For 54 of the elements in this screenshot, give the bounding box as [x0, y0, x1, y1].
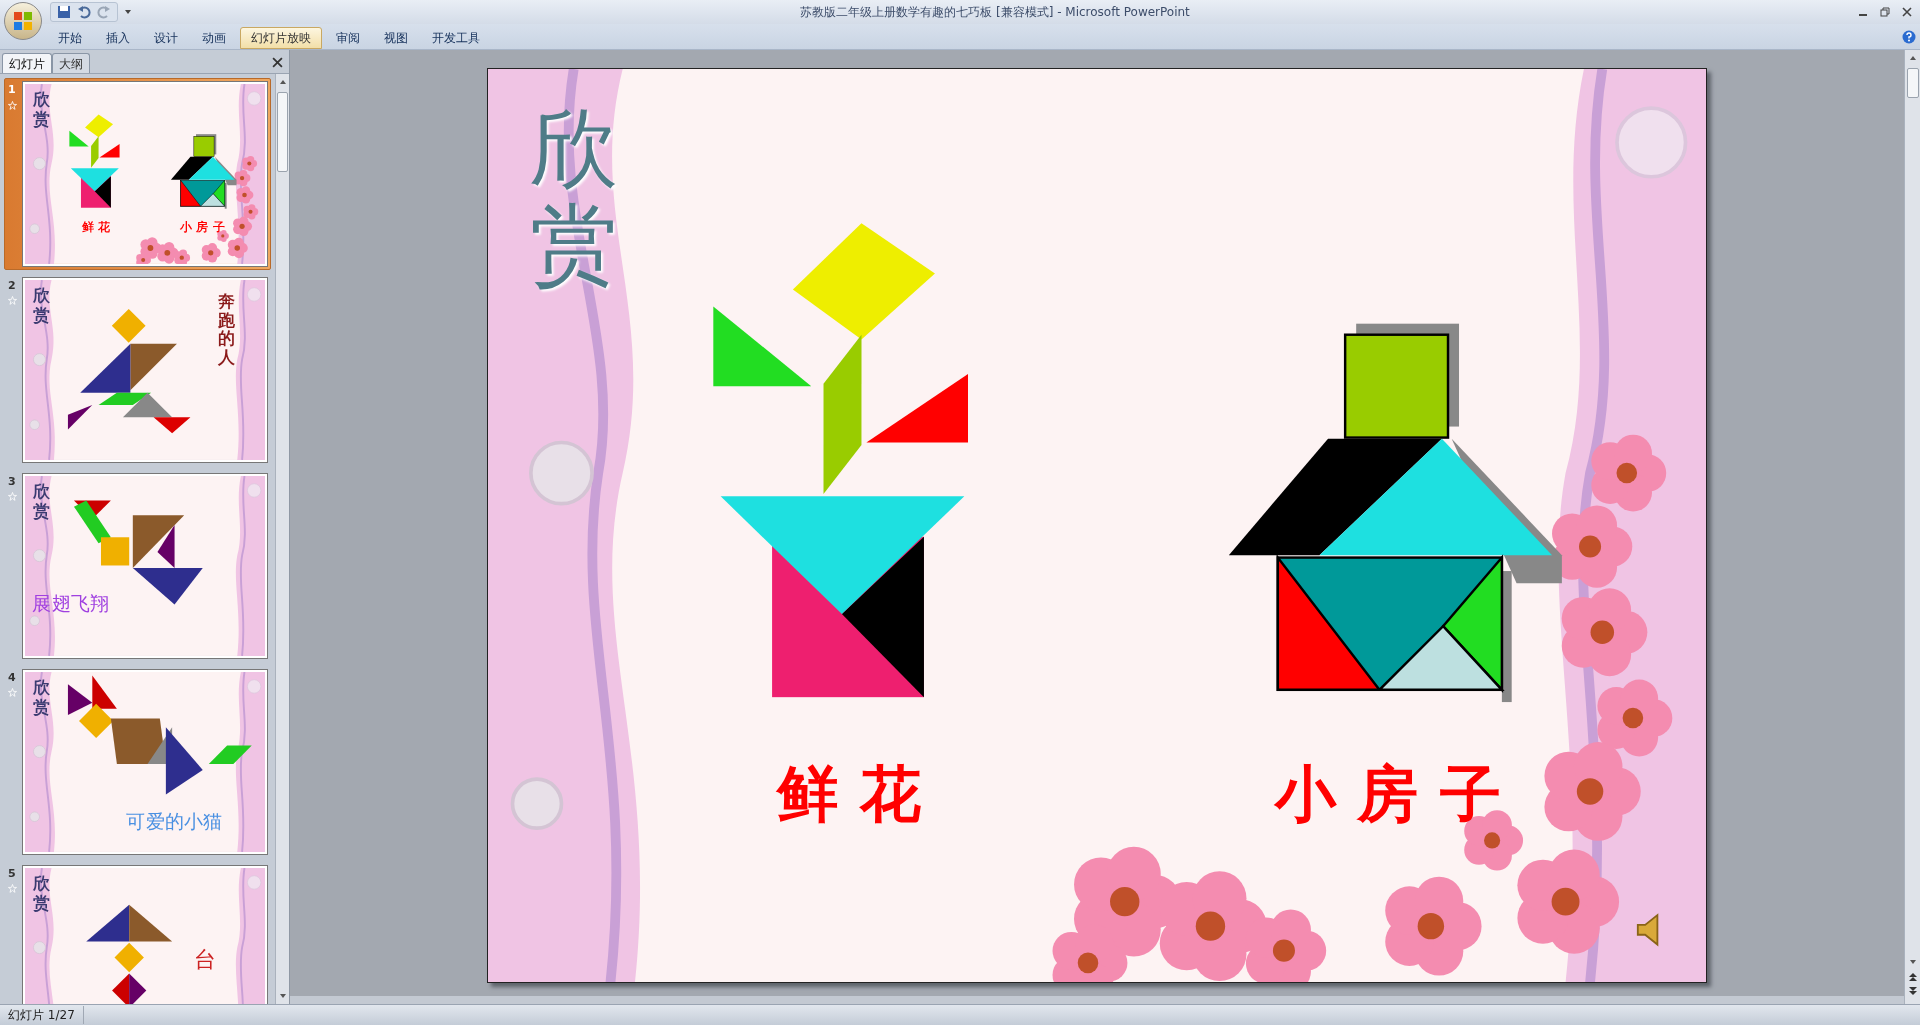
- ribbon-tab[interactable]: 开发工具: [422, 27, 490, 49]
- slide-caption: 奔跑的人: [218, 292, 235, 367]
- slide-title: 欣赏: [529, 99, 618, 294]
- ribbon-tab[interactable]: 动画: [192, 27, 236, 49]
- panel-tab[interactable]: 幻灯片: [2, 53, 52, 73]
- close-icon[interactable]: [272, 57, 283, 68]
- slide-thumbnail[interactable]: 1 欣赏 鲜 花 小 房 子: [4, 78, 271, 270]
- slide-caption: 小 房 子: [1273, 757, 1502, 832]
- undo-icon[interactable]: [77, 5, 91, 19]
- slide-number: 2: [8, 277, 16, 294]
- customize-dropdown-icon[interactable]: [124, 8, 132, 16]
- slide-counter: 幻灯片 1/27: [0, 1006, 84, 1024]
- slide-caption: 鲜 花: [81, 218, 112, 236]
- star-icon: [8, 100, 17, 110]
- slide-caption: 台: [193, 947, 216, 972]
- office-button[interactable]: [4, 2, 42, 40]
- scrollbar-thumb[interactable]: [1906, 68, 1919, 98]
- save-icon[interactable]: [57, 5, 71, 19]
- ribbon-tab[interactable]: 设计: [144, 27, 188, 49]
- slide-title: 欣赏: [33, 677, 51, 716]
- star-icon: [8, 688, 17, 698]
- restore-icon[interactable]: [1880, 7, 1890, 17]
- scroll-down-icon[interactable]: [278, 992, 287, 1000]
- star-icon: [8, 492, 17, 502]
- ribbon-tab[interactable]: 视图: [374, 27, 418, 49]
- ribbon-tab[interactable]: 开始: [48, 27, 92, 49]
- ribbon-tab[interactable]: 幻灯片放映: [240, 27, 322, 49]
- slide-caption: 鲜 花: [775, 757, 922, 832]
- scroll-up-icon[interactable]: [278, 78, 287, 86]
- star-icon: [8, 884, 17, 894]
- slide-number: 3: [8, 473, 16, 490]
- scroll-up-icon[interactable]: [1908, 54, 1917, 62]
- slide-caption: 小 房 子: [179, 218, 226, 236]
- slide-title: 欣赏: [33, 90, 51, 129]
- next-slide-icon[interactable]: [1907, 986, 1918, 996]
- previous-slide-icon[interactable]: [1907, 972, 1918, 982]
- slide-title: 欣赏: [33, 873, 51, 912]
- ribbon-tab[interactable]: 审阅: [326, 27, 370, 49]
- slide-title: 欣赏: [33, 285, 51, 325]
- star-icon: [8, 296, 17, 306]
- window-title: 苏教版二年级上册数学有趣的七巧板 [兼容模式] - Microsoft PowerPoint: [800, 4, 1190, 21]
- office-logo-icon: [13, 11, 33, 31]
- slide-number: 4: [8, 669, 16, 686]
- panel-tab[interactable]: 大纲: [52, 53, 90, 73]
- slide-title: 欣赏: [33, 481, 51, 521]
- ribbon-tab[interactable]: 插入: [96, 27, 140, 49]
- slide-number: 1: [8, 82, 16, 98]
- scrollbar-thumb[interactable]: [277, 92, 288, 172]
- slide-number: 5: [8, 865, 16, 882]
- slide-caption: 展翅飞翔: [32, 591, 110, 617]
- close-icon[interactable]: [1902, 7, 1912, 17]
- scroll-down-icon[interactable]: [1908, 958, 1917, 966]
- help-icon[interactable]: [1902, 30, 1916, 44]
- slide-caption: 可爱的小猫: [126, 808, 223, 835]
